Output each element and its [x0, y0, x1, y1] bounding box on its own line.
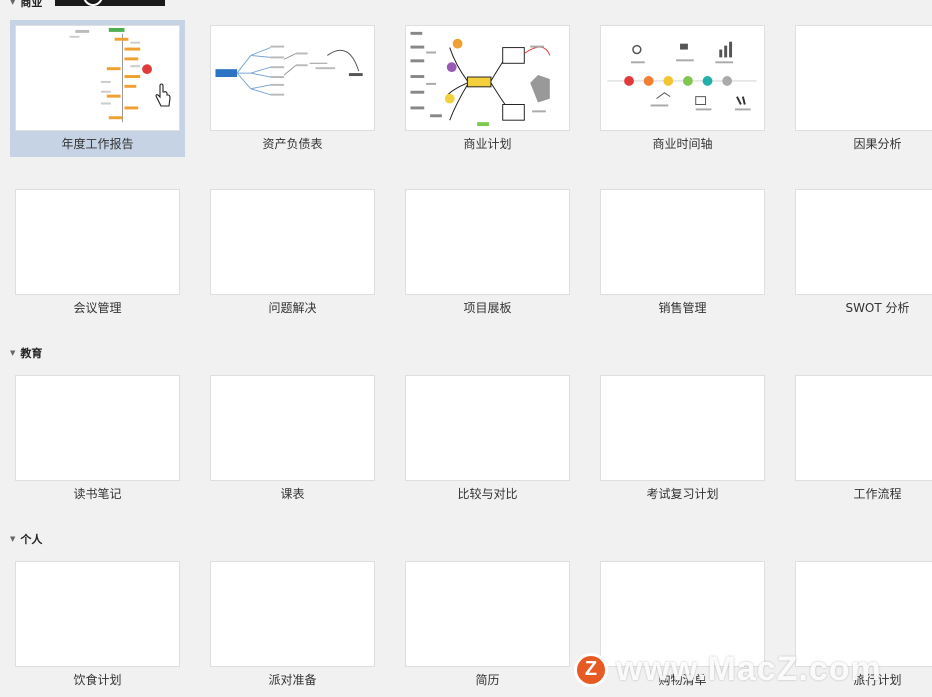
template-card-problem-solving[interactable]: 问题解决: [205, 184, 380, 321]
watermark: Z www.MacZ.com: [574, 650, 882, 689]
template-card-compare-contrast[interactable]: 比较与对比: [400, 370, 575, 507]
template-label: 饮食计划: [73, 673, 122, 687]
template-label: 派对准备: [268, 673, 317, 687]
template-thumbnail: [795, 375, 932, 481]
template-card-swot[interactable]: SWOT 分析: [790, 184, 932, 321]
template-card-resume[interactable]: 简历: [400, 556, 575, 693]
template-card-timetable[interactable]: 课表: [205, 370, 380, 507]
template-thumbnail: [600, 375, 765, 481]
template-card-exam-review-plan[interactable]: 考试复习计划: [595, 370, 770, 507]
template-thumbnail: [795, 189, 932, 295]
section-header-business[interactable]: ▼ 商业: [10, 0, 42, 10]
template-card-business-plan[interactable]: 商业计划: [400, 20, 575, 157]
section-header-education[interactable]: ▼ 教育: [10, 345, 42, 361]
template-label: 因果分析: [853, 137, 902, 151]
template-card-meeting-management[interactable]: 会议管理: [10, 184, 185, 321]
template-card-sales-management[interactable]: 销售管理: [595, 184, 770, 321]
template-thumbnail: [210, 375, 375, 481]
hand-pointer-cursor-icon: [155, 83, 171, 107]
template-card-balance-sheet[interactable]: 资产负债表: [205, 20, 380, 157]
chevron-down-icon: ▼: [10, 535, 16, 543]
template-thumbnail: [795, 25, 932, 131]
template-label: 问题解决: [268, 301, 317, 315]
template-thumbnail: [210, 561, 375, 667]
template-thumbnail: [15, 375, 180, 481]
template-label: 考试复习计划: [646, 487, 719, 501]
template-card-business-timeline[interactable]: 商业时间轴: [595, 20, 770, 157]
template-thumbnail: [15, 189, 180, 295]
template-label: 项目展板: [463, 301, 512, 315]
template-card-party-prep[interactable]: 派对准备: [205, 556, 380, 693]
template-label: 会议管理: [73, 301, 122, 315]
chevron-down-icon: ▼: [10, 349, 16, 357]
template-label: 商业时间轴: [652, 137, 713, 151]
template-thumbnail: [600, 25, 765, 131]
template-label: 年度工作报告: [61, 137, 134, 151]
template-label: 读书笔记: [73, 487, 122, 501]
template-thumbnail: [210, 25, 375, 131]
template-thumbnail: [405, 189, 570, 295]
template-card-annual-report[interactable]: 年度工作报告: [10, 20, 185, 157]
section-title: 商业: [20, 0, 43, 9]
app-logo: [55, 0, 165, 6]
template-label: 销售管理: [658, 301, 707, 315]
template-thumbnail: [600, 189, 765, 295]
template-label: 比较与对比: [457, 487, 518, 501]
template-card-workflow[interactable]: 工作流程: [790, 370, 932, 507]
template-label: 资产负债表: [262, 137, 323, 151]
watermark-text: www.MacZ.com: [616, 650, 882, 688]
section-title: 个人: [20, 533, 43, 546]
template-card-cause-analysis[interactable]: 因果分析: [790, 20, 932, 157]
template-label: 课表: [280, 487, 305, 501]
template-label: 简历: [475, 673, 500, 687]
template-thumbnail: [405, 25, 570, 131]
template-label: 商业计划: [463, 137, 512, 151]
template-thumbnail: [210, 189, 375, 295]
template-label: SWOT 分析: [845, 301, 910, 315]
watermark-logo: Z: [574, 652, 608, 687]
template-card-reading-notes[interactable]: 读书笔记: [10, 370, 185, 507]
section-header-personal[interactable]: ▼ 个人: [10, 531, 42, 547]
template-label: 工作流程: [853, 487, 902, 501]
template-thumbnail: [405, 561, 570, 667]
template-thumbnail: [15, 25, 180, 131]
template-card-diet-plan[interactable]: 饮食计划: [10, 556, 185, 693]
chevron-down-icon: ▼: [10, 0, 16, 6]
template-thumbnail: [405, 375, 570, 481]
section-title: 教育: [20, 347, 43, 360]
template-thumbnail: [15, 561, 180, 667]
template-card-project-board[interactable]: 项目展板: [400, 184, 575, 321]
